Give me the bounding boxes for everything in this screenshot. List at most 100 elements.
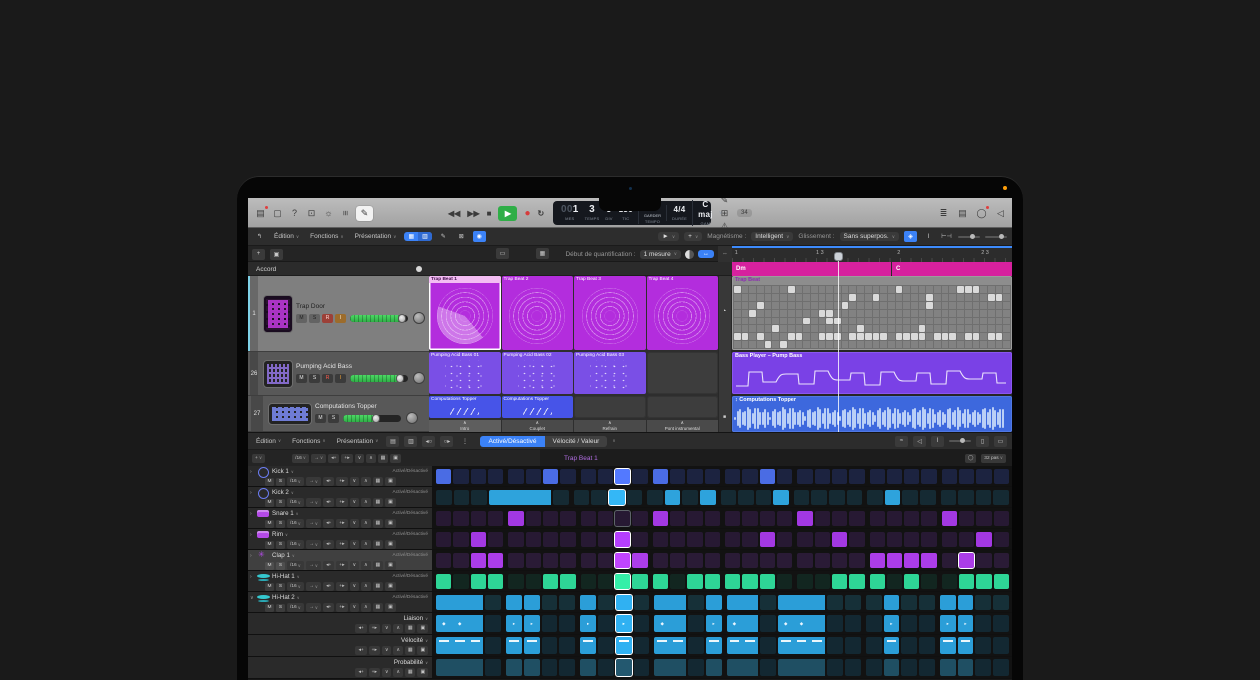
step-cell[interactable] — [705, 574, 720, 589]
step-cell[interactable] — [581, 469, 596, 484]
step-cell[interactable] — [887, 532, 902, 547]
step-cell[interactable] — [581, 532, 596, 547]
step-cell[interactable] — [941, 490, 957, 505]
step-cell[interactable] — [870, 511, 885, 526]
step-cell[interactable] — [827, 595, 843, 610]
step-cell[interactable] — [958, 595, 974, 610]
shift-up-button[interactable]: ∧ — [361, 519, 371, 528]
step-cell[interactable] — [705, 469, 720, 484]
disclosure-icon[interactable]: › — [250, 469, 255, 475]
clear-button[interactable]: ▣ — [385, 540, 396, 549]
step-cell[interactable] — [687, 532, 702, 547]
step-cell[interactable] — [665, 490, 681, 505]
loop-cell-empty[interactable] — [574, 396, 646, 418]
step-cell[interactable] — [488, 574, 503, 589]
scene-trigger[interactable]: ∧Couplet — [502, 420, 574, 432]
step-cell[interactable] — [797, 553, 812, 568]
step-cell[interactable] — [760, 615, 776, 632]
step-cell[interactable] — [436, 469, 451, 484]
pan-knob[interactable] — [406, 412, 418, 424]
step-cell[interactable] — [866, 615, 882, 632]
snap-icon[interactable]: ◈ — [904, 231, 917, 242]
step-cell[interactable] — [902, 490, 918, 505]
step-cell[interactable] — [727, 637, 743, 654]
step-cell[interactable] — [760, 574, 775, 589]
step-cell[interactable] — [543, 532, 558, 547]
step-cell[interactable] — [866, 637, 882, 654]
step-cell[interactable] — [506, 659, 522, 676]
step-cell[interactable] — [542, 637, 558, 654]
step-cell[interactable] — [725, 574, 740, 589]
step-cell[interactable] — [887, 553, 902, 568]
step-cell[interactable] — [598, 511, 613, 526]
extend-right-button[interactable]: +▸ — [336, 540, 347, 549]
fill-button[interactable]: ▦ — [405, 646, 416, 655]
extend-left-button[interactable]: ◂+ — [355, 668, 366, 677]
step-cell[interactable] — [485, 595, 501, 610]
scene-trigger[interactable]: ∧Intro — [429, 420, 501, 432]
rotate-stepper[interactable]: →∨ — [306, 498, 321, 507]
step-cell[interactable] — [827, 637, 843, 654]
step-cell[interactable] — [742, 659, 758, 676]
step-cell[interactable] — [485, 615, 501, 632]
input-monitor-button[interactable]: I — [335, 314, 346, 323]
step-cell[interactable] — [598, 553, 613, 568]
step-cell[interactable] — [832, 553, 847, 568]
step-cell[interactable] — [485, 637, 501, 654]
step-cell[interactable]: ▸ — [884, 615, 900, 632]
step-cell[interactable] — [687, 553, 702, 568]
step-cell[interactable] — [615, 574, 630, 589]
step-cell[interactable] — [559, 659, 575, 676]
mute-button[interactable]: M — [265, 604, 274, 612]
shift-up-button[interactable]: ∧ — [393, 668, 403, 677]
step-cell[interactable] — [921, 469, 936, 484]
loop-cell[interactable]: Pumping Acid Bass 01 — [429, 352, 501, 394]
step-cell[interactable] — [959, 553, 974, 568]
seq-row-header[interactable]: ∨Hi-Hat 2∨Activé/DésactivéMS/16∨→∨◂++▸∨∧… — [248, 592, 432, 612]
list-editor-icon[interactable]: ≣ — [937, 207, 950, 220]
seq-prev-icon[interactable]: ◂○ — [422, 436, 435, 447]
step-cell[interactable]: ◆ — [794, 615, 810, 632]
step-cell[interactable] — [615, 511, 630, 526]
step-cell[interactable] — [453, 511, 468, 526]
track-header[interactable]: 1Trap DoorMSRI — [248, 276, 429, 352]
step-cell[interactable] — [742, 553, 757, 568]
step-cell[interactable] — [919, 615, 935, 632]
step-cell[interactable] — [634, 615, 650, 632]
extend-right-button[interactable]: +▸ — [336, 603, 347, 612]
step-cell[interactable] — [508, 511, 523, 526]
timeline-ruler[interactable]: 11 322 3 — [732, 246, 1012, 262]
step-cell[interactable] — [832, 511, 847, 526]
step-cell[interactable] — [809, 659, 825, 676]
panel-left-icon[interactable]: ▯ — [976, 436, 989, 447]
step-cell[interactable] — [921, 574, 936, 589]
step-cell[interactable] — [976, 532, 991, 547]
shift-up-button[interactable]: ∧ — [361, 498, 371, 507]
step-cell[interactable] — [632, 574, 647, 589]
step-cell[interactable] — [488, 469, 503, 484]
midi-in-icon[interactable]: ≈ — [895, 436, 908, 447]
step-cell[interactable] — [542, 615, 558, 632]
back-icon[interactable]: ↰ — [253, 231, 266, 242]
shift-down-button[interactable]: ∨ — [382, 646, 392, 655]
step-cell[interactable] — [436, 511, 451, 526]
fill-button[interactable]: ▦ — [405, 624, 416, 633]
magnetisme-dropdown[interactable]: Intelligent∨ — [751, 232, 793, 241]
step-cell[interactable] — [742, 637, 758, 654]
step-cell[interactable] — [688, 637, 704, 654]
marquee-tool-icon[interactable]: ⊠ — [455, 231, 468, 242]
step-cell[interactable] — [705, 532, 720, 547]
step-cell[interactable]: ▸ — [580, 615, 596, 632]
step-cell[interactable] — [827, 659, 843, 676]
step-cell[interactable] — [520, 490, 536, 505]
division-stepper[interactable]: /16∨ — [287, 519, 304, 528]
loop-cell[interactable]: Computations Topper — [429, 396, 501, 418]
step-cell[interactable] — [742, 574, 757, 589]
step-cell[interactable] — [688, 615, 704, 632]
step-cell[interactable] — [598, 595, 614, 610]
step-cell[interactable] — [942, 553, 957, 568]
rotate-stepper[interactable]: →∨ — [306, 477, 321, 486]
solo-button[interactable]: S — [328, 414, 339, 423]
step-cell[interactable] — [794, 659, 810, 676]
seq-menu-edition[interactable]: Édition∨ — [253, 437, 284, 446]
